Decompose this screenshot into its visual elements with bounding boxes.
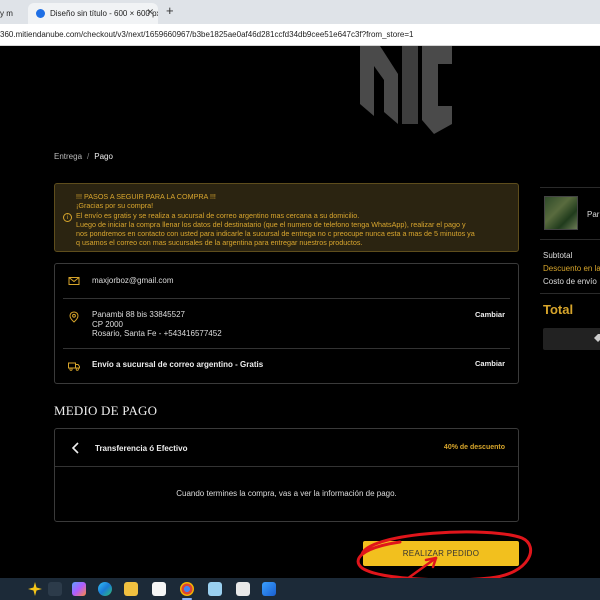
- payment-method-name: Transferencia ó Efectivo: [95, 444, 188, 453]
- info-icon: i: [63, 213, 72, 222]
- discount-badge: 40% de descuento: [443, 444, 505, 451]
- purchase-steps-notice: i !!! PASOS A SEGUIR PARA LA COMPRA !!! …: [54, 183, 519, 252]
- address-row: Panambi 88 bis 33845527 CP 2000 Rosario,…: [55, 299, 518, 347]
- browser-tab[interactable]: y m: [0, 3, 25, 24]
- windows-taskbar: [0, 578, 600, 600]
- edge-icon[interactable]: [98, 582, 112, 596]
- url-text[interactable]: 360.mitiendanube.com/checkout/v3/next/16…: [0, 30, 413, 39]
- address-line: CP 2000: [92, 319, 123, 329]
- tab-title: Diseño sin título - 600 × 600 px: [50, 9, 158, 18]
- order-summary-sidebar: Par Subtotal Descuento en la Costo de en…: [535, 183, 600, 583]
- coupon-button[interactable]: [543, 328, 600, 350]
- notice-line: El envío es gratis y se realiza a sucurs…: [76, 210, 360, 220]
- tab-title: y m: [0, 9, 13, 18]
- browser-tab-active[interactable]: Diseño sin título - 600 × 600 px ✕: [28, 3, 158, 24]
- copilot-icon[interactable]: [72, 582, 86, 596]
- payment-info-text: Cuando termines la compra, vas a ver la …: [176, 489, 397, 498]
- discount-label: Descuento en la: [543, 264, 600, 273]
- browser-tab-bar: y m Diseño sin título - 600 × 600 px ✕ +: [0, 0, 600, 24]
- subtotal-label: Subtotal: [543, 251, 573, 260]
- total-label: Total: [543, 302, 574, 317]
- mail-icon: [68, 277, 80, 285]
- store-logo: [360, 46, 452, 134]
- notice-line: Luego de iniciar la compra llenar los da…: [76, 219, 466, 229]
- breadcrumb-delivery[interactable]: Entrega: [54, 152, 82, 161]
- change-address-button[interactable]: Cambiar: [475, 310, 505, 319]
- notice-line: nos pondremos en contacto con usted para…: [76, 229, 475, 239]
- address-text: Panambi 88 bis 33845527 CP 2000 Rosario,…: [92, 310, 222, 339]
- close-tab-icon[interactable]: ✕: [146, 7, 154, 18]
- truck-icon: [68, 362, 80, 371]
- tag-icon: [594, 334, 600, 342]
- breadcrumb-payment: Pago: [94, 152, 113, 161]
- product-name: Par: [587, 210, 600, 219]
- location-pin-icon: [69, 311, 79, 323]
- breadcrumb: Entrega / Pago: [54, 152, 113, 161]
- breadcrumb-separator: /: [87, 152, 90, 161]
- photos-app-icon[interactable]: [262, 582, 276, 596]
- divider: [540, 293, 600, 294]
- change-shipping-button[interactable]: Cambiar: [475, 359, 505, 368]
- shipping-row: Envío a sucursal de correo argentino - G…: [55, 349, 518, 384]
- divider: [540, 187, 600, 188]
- address-bar[interactable]: 360.mitiendanube.com/checkout/v3/next/16…: [0, 24, 600, 46]
- widgets-icon[interactable]: [48, 582, 62, 596]
- place-order-button[interactable]: REALIZAR PEDIDO: [363, 541, 519, 566]
- chrome-icon[interactable]: [180, 582, 194, 596]
- notice-line: !!! PASOS A SEGUIR PARA LA COMPRA !!!: [76, 192, 216, 201]
- calculator-icon[interactable]: [236, 582, 250, 596]
- checkout-info-card: maxjorboz@gmail.com Panambi 88 bis 33845…: [54, 263, 519, 384]
- shipping-method-text: Envío a sucursal de correo argentino - G…: [92, 360, 264, 369]
- payment-method-card: Transferencia ó Efectivo 40% de descuent…: [54, 428, 519, 522]
- address-line: Panambi 88 bis 33845527: [92, 310, 185, 319]
- address-line: Rosario, Santa Fe - +543416577452: [92, 329, 222, 338]
- contact-row: maxjorboz@gmail.com: [55, 264, 518, 298]
- store-app-icon[interactable]: [152, 582, 166, 596]
- canva-favicon-icon: [36, 9, 45, 18]
- notes-app-icon[interactable]: [208, 582, 222, 596]
- product-thumbnail: [544, 196, 578, 230]
- notice-line: ¡Gracias por su compra!: [76, 201, 154, 211]
- file-explorer-icon[interactable]: [124, 582, 138, 596]
- chevron-left-icon[interactable]: [69, 441, 83, 455]
- new-tab-button[interactable]: +: [166, 3, 174, 18]
- notice-text: !!! PASOS A SEGUIR PARA LA COMPRA !!! ¡G…: [76, 192, 514, 248]
- payment-method-header[interactable]: Transferencia ó Efectivo 40% de descuent…: [55, 429, 518, 467]
- email-text: maxjorboz@gmail.com: [92, 276, 174, 285]
- copilot-sparkle-icon[interactable]: [28, 582, 42, 596]
- notice-line: q usamos el correo con mas sucursales de…: [76, 238, 363, 248]
- divider: [540, 239, 600, 240]
- shipping-cost-label: Costo de envío: [543, 277, 597, 286]
- payment-section-title: MEDIO DE PAGO: [54, 403, 158, 418]
